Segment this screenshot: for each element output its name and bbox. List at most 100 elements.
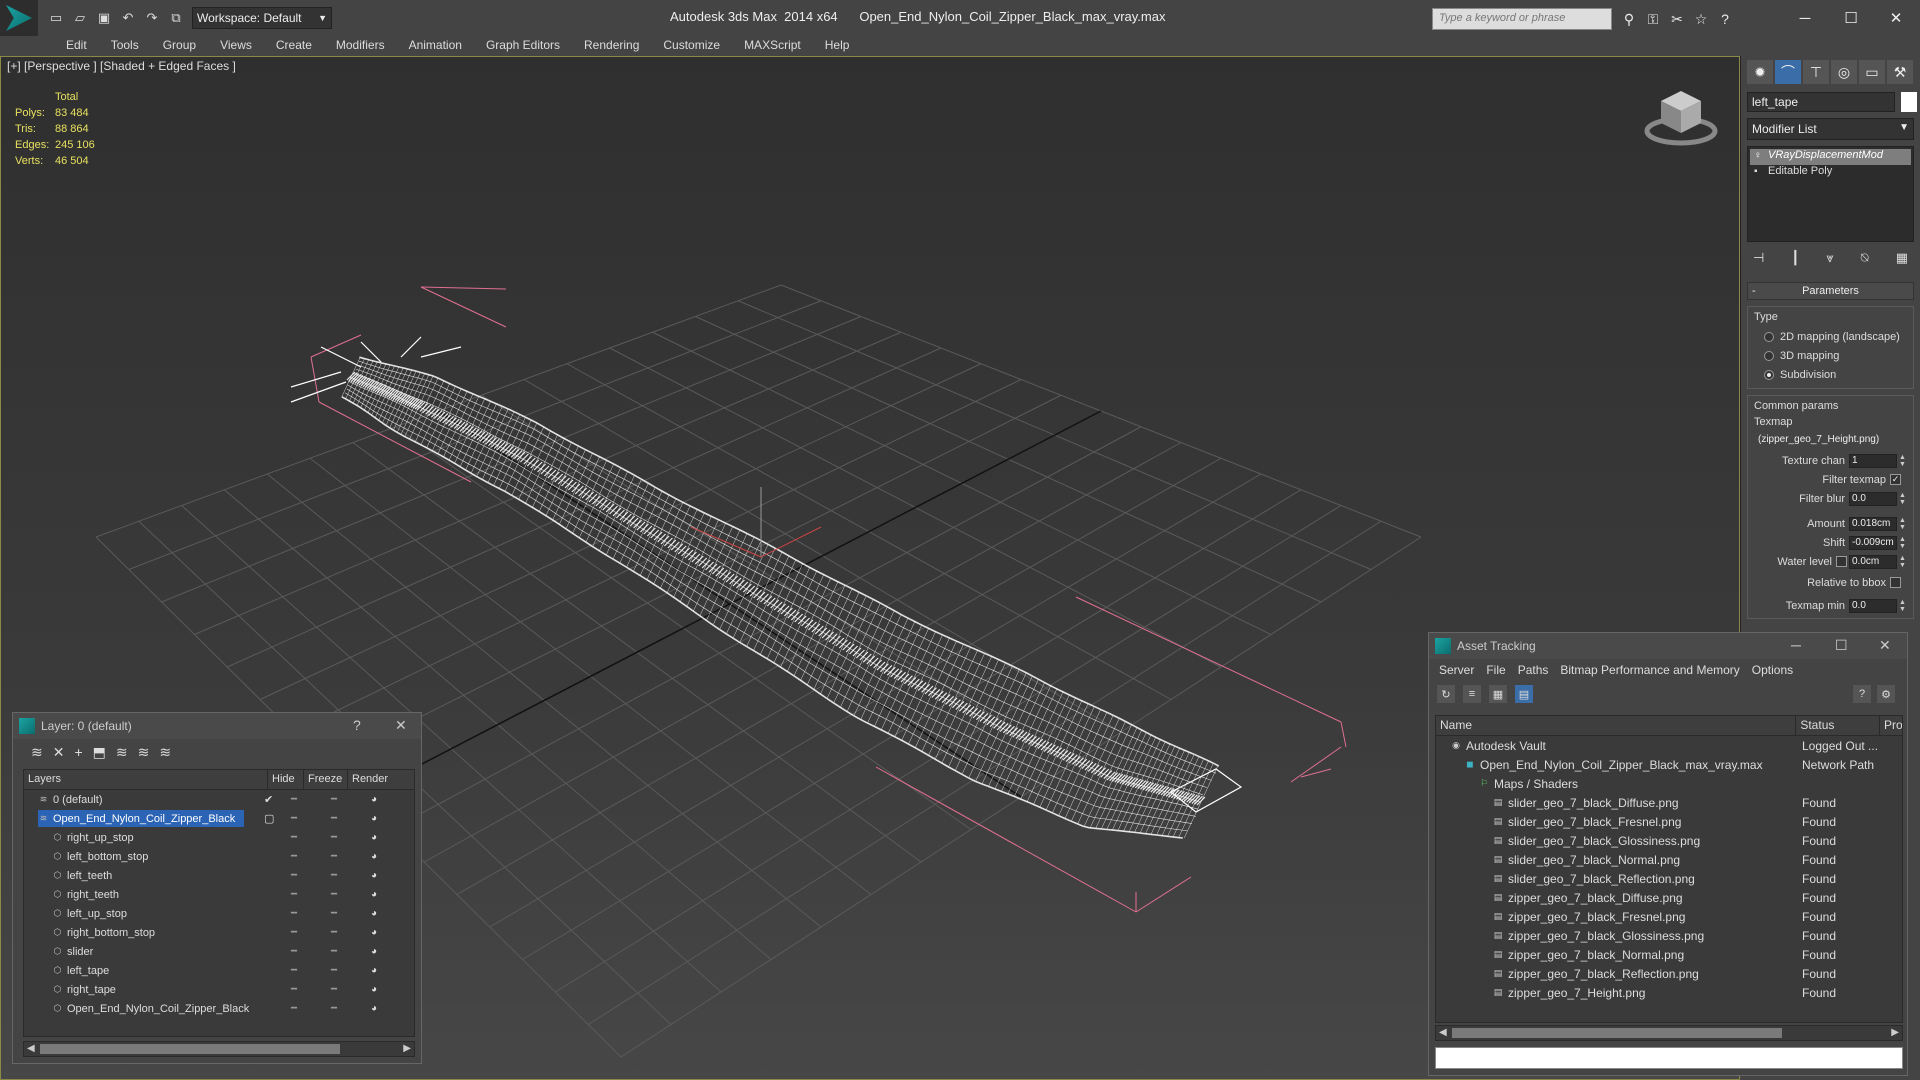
close-icon[interactable]: ✕ xyxy=(395,717,407,734)
layer-name-cell[interactable]: ⬡ right_up_stop xyxy=(24,828,274,847)
asset-row[interactable]: ▤ slider_geo_7_black_Normal.png Found xyxy=(1436,850,1902,869)
asset-menu-paths[interactable]: Paths xyxy=(1512,663,1555,677)
amount-spinner[interactable]: 0.018cm xyxy=(1849,516,1897,531)
scroll-thumb[interactable] xyxy=(1452,1028,1782,1038)
utilities-tab-icon[interactable]: ⚒ xyxy=(1887,60,1913,84)
lightbulb-icon[interactable]: ♀ xyxy=(1754,150,1762,161)
render-teapot-icon[interactable]: ◕ xyxy=(354,908,394,919)
layer-name-cell[interactable]: ⬡ right_tape xyxy=(24,980,274,999)
menu-help[interactable]: Help xyxy=(813,36,862,56)
menu-group[interactable]: Group xyxy=(151,36,208,56)
menu-edit[interactable]: Edit xyxy=(54,36,99,56)
parameters-rollout-header[interactable]: - Parameters xyxy=(1747,282,1914,300)
horizontal-scrollbar[interactable]: ◀ ▶ xyxy=(23,1041,415,1057)
stack-item-editable-poly[interactable]: ▪ Editable Poly xyxy=(1750,165,1911,181)
project-folder-icon[interactable]: ⧉ xyxy=(166,8,186,28)
texmap-button[interactable]: (zipper_geo_7_Height.png) xyxy=(1754,432,1907,450)
column-header[interactable]: Name xyxy=(1436,716,1797,735)
table-view-icon[interactable]: ▤ xyxy=(1515,685,1533,703)
layer-row[interactable]: ≋ Open_End_Nylon_Coil_Zipper_Black ▢ ━ ━ ◕ xyxy=(24,809,414,828)
texmap-min-spinner[interactable]: 0.0 xyxy=(1849,598,1897,613)
hide-toggle[interactable]: ━ xyxy=(274,984,314,995)
radio-icon[interactable] xyxy=(1764,369,1774,380)
menu-create[interactable]: Create xyxy=(264,36,324,56)
menu-maxscript[interactable]: MAXScript xyxy=(732,36,813,56)
render-teapot-icon[interactable]: ◕ xyxy=(354,794,394,805)
freeze-toggle[interactable]: ━ xyxy=(314,813,354,824)
highlight-layer-icon[interactable]: ≋ xyxy=(116,744,128,761)
spinner-arrows-icon[interactable]: ▲ ▼ xyxy=(1899,492,1907,506)
hide-toggle[interactable]: ━ xyxy=(274,832,314,843)
create-tab-icon[interactable]: ✹ xyxy=(1747,60,1773,84)
layer-row[interactable]: ⬡ right_teeth ━ ━ ◕ xyxy=(24,885,414,904)
asset-row[interactable]: ▤ slider_geo_7_black_Glossiness.png Found xyxy=(1436,831,1902,850)
asset-menu-server[interactable]: Server xyxy=(1433,663,1480,677)
workspace-dropdown[interactable]: Workspace: Default ▼ xyxy=(192,7,332,29)
texture-chan-spinner[interactable]: 1 xyxy=(1849,453,1897,468)
menu-tools[interactable]: Tools xyxy=(99,36,151,56)
shift-spinner[interactable]: -0.009cm xyxy=(1849,535,1897,550)
render-teapot-icon[interactable]: ◕ xyxy=(354,965,394,976)
current-layer-check-icon[interactable]: ✔ xyxy=(264,793,273,806)
layer-row[interactable]: ⬡ left_bottom_stop ━ ━ ◕ xyxy=(24,847,414,866)
menu-animation[interactable]: Animation xyxy=(397,36,474,56)
hide-toggle[interactable]: ━ xyxy=(274,813,314,824)
set-current-layer-icon[interactable]: ▢ xyxy=(264,812,274,825)
asset-menu-bitmap-performance[interactable]: Bitmap Performance and Memory xyxy=(1554,663,1745,677)
radio-2d-mapping[interactable]: 2D mapping (landscape) xyxy=(1754,327,1907,346)
create-layer-icon[interactable]: ≋ xyxy=(31,744,43,761)
layer-row[interactable]: ⬡ slider ━ ━ ◕ xyxy=(24,942,414,961)
render-teapot-icon[interactable]: ◕ xyxy=(354,927,394,938)
asset-row[interactable]: ▤ slider_geo_7_black_Fresnel.png Found xyxy=(1436,812,1902,831)
layer-name-cell[interactable]: ≋ Open_End_Nylon_Coil_Zipper_Black ▢ xyxy=(24,809,274,828)
app-menu-button[interactable] xyxy=(0,0,38,36)
object-color-swatch[interactable] xyxy=(1901,92,1917,112)
modify-tab-icon[interactable]: ⌒ xyxy=(1775,60,1801,84)
hide-toggle[interactable]: ━ xyxy=(274,889,314,900)
scroll-right-icon[interactable]: ▶ xyxy=(1891,1027,1899,1038)
horizontal-scrollbar[interactable]: ◀ ▶ xyxy=(1435,1025,1903,1041)
scroll-left-icon[interactable]: ◀ xyxy=(27,1043,35,1054)
redo-icon[interactable]: ↷ xyxy=(142,8,162,28)
stack-item-vray-displacement[interactable]: ♀ VRayDisplacementMod xyxy=(1750,149,1911,165)
open-file-icon[interactable]: ▱ xyxy=(70,8,90,28)
layer-name-cell[interactable]: ⬡ right_teeth xyxy=(24,885,274,904)
filter-texmap-checkbox[interactable]: ✓ xyxy=(1890,474,1901,485)
hide-toggle[interactable]: ━ xyxy=(274,851,314,862)
scroll-thumb[interactable] xyxy=(40,1044,340,1054)
key-icon[interactable]: ⚿ xyxy=(1644,10,1662,28)
viewport-label[interactable]: [+] [Perspective ] [Shaded + Edged Faces… xyxy=(7,59,236,73)
refresh-icon[interactable]: ↻ xyxy=(1437,685,1455,703)
filter-blur-spinner[interactable]: 0.0 xyxy=(1849,491,1897,506)
render-teapot-icon[interactable]: ◕ xyxy=(354,889,394,900)
hide-all-icon[interactable]: ≋ xyxy=(138,744,150,761)
star-icon[interactable]: ☆ xyxy=(1692,10,1710,28)
layer-name-cell[interactable]: ⬡ slider xyxy=(24,942,274,961)
layer-name-cell[interactable]: ⬡ Open_End_Nylon_Coil_Zipper_Black xyxy=(24,999,274,1018)
render-teapot-icon[interactable]: ◕ xyxy=(354,813,394,824)
freeze-toggle[interactable]: ━ xyxy=(314,889,354,900)
asset-row[interactable]: ▤ zipper_geo_7_black_Fresnel.png Found xyxy=(1436,907,1902,926)
spinner-arrows-icon[interactable]: ▲ ▼ xyxy=(1899,599,1907,613)
undo-icon[interactable]: ↶ xyxy=(118,8,138,28)
add-to-layer-icon[interactable]: + xyxy=(74,744,82,760)
asset-row[interactable]: ▤ zipper_geo_7_black_Glossiness.png Found xyxy=(1436,926,1902,945)
freeze-toggle[interactable]: ━ xyxy=(314,908,354,919)
render-teapot-icon[interactable]: ◕ xyxy=(354,851,394,862)
freeze-toggle[interactable]: ━ xyxy=(314,984,354,995)
water-level-spinner[interactable]: 0.0cm xyxy=(1849,554,1897,569)
layer-row[interactable]: ⬡ right_bottom_stop ━ ━ ◕ xyxy=(24,923,414,942)
column-header[interactable]: Hide xyxy=(268,770,304,789)
show-end-result-icon[interactable]: ┃ xyxy=(1791,250,1799,266)
help-icon[interactable]: ? xyxy=(1853,685,1871,703)
help-icon[interactable]: ? xyxy=(1716,10,1734,28)
select-objects-icon[interactable]: ⬒ xyxy=(93,744,106,761)
tools-icon[interactable]: ✂ xyxy=(1668,10,1686,28)
column-header[interactable]: Status xyxy=(1796,716,1880,735)
freeze-toggle[interactable]: ━ xyxy=(314,851,354,862)
hierarchy-tab-icon[interactable]: ⊤ xyxy=(1803,60,1829,84)
menu-rendering[interactable]: Rendering xyxy=(572,36,651,56)
render-teapot-icon[interactable]: ◕ xyxy=(354,1003,394,1014)
close-icon[interactable]: ✕ xyxy=(1879,637,1891,654)
menu-modifiers[interactable]: Modifiers xyxy=(324,36,397,56)
